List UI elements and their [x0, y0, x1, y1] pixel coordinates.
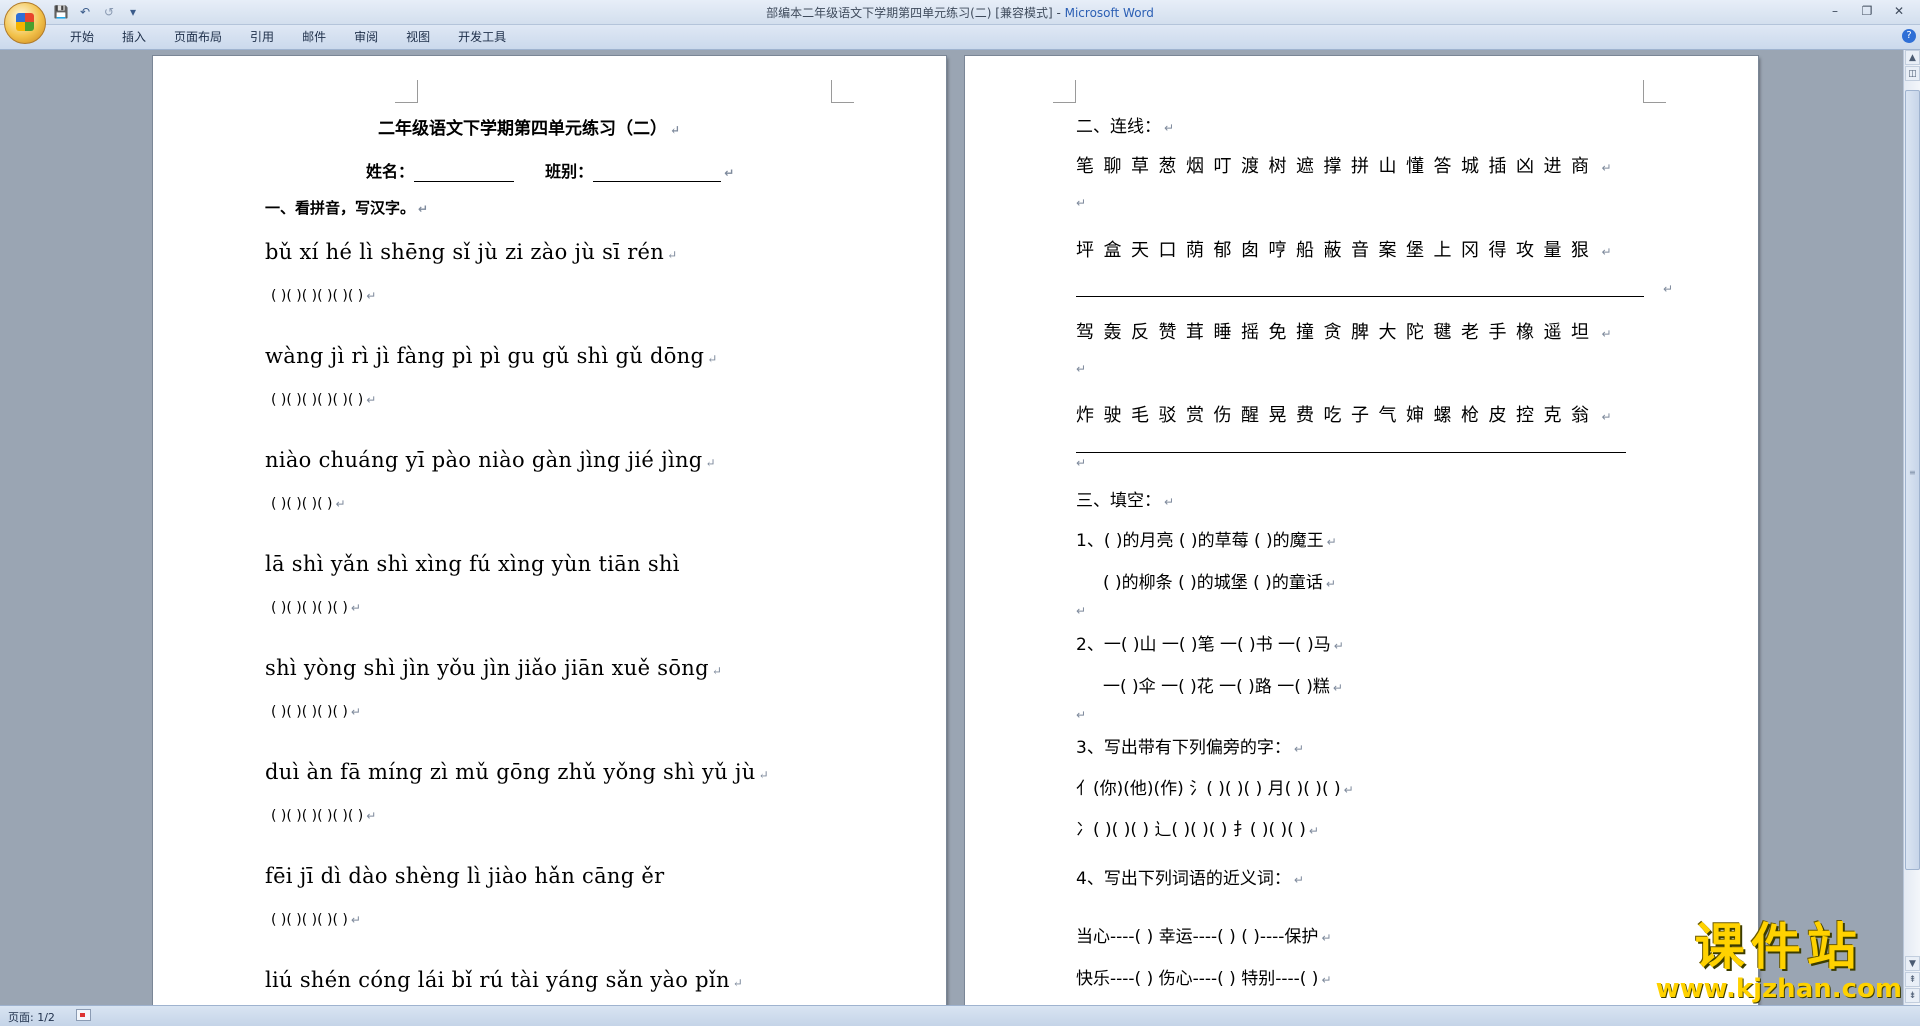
- watermark-brand: 课件站: [1694, 918, 1863, 976]
- q3-heading: 3、写出带有下列偏旁的字： ↵: [1076, 738, 1304, 758]
- q4-line-1[interactable]: 当心----( ) 幸运----( ) ( )----保护 ↵: [1076, 922, 1332, 947]
- paragraph-mark: ↵: [1076, 196, 1087, 210]
- paragraph-mark: ↵: [1076, 362, 1087, 376]
- help-icon[interactable]: ?: [1902, 29, 1916, 43]
- divider-line: [1076, 452, 1626, 453]
- ribbon: 开始 插入 页面布局 引用 邮件 审阅 视图 开发工具 ?: [0, 25, 1920, 50]
- pinyin-row: duì àn fā míng zì mǔ gōng zhǔ yǒng shì y…: [265, 760, 769, 784]
- macro-record-icon[interactable]: [76, 1009, 91, 1021]
- answer-row[interactable]: ( )( )( )( )( )( ) ↵: [271, 392, 376, 408]
- grip-icon: ≡: [1909, 468, 1916, 477]
- margin-corner-top-right: [831, 80, 854, 103]
- q3-line-2[interactable]: 冫( )( )( ) 辶( )( )( ) 扌( )( )( ) ↵: [1076, 815, 1319, 840]
- paragraph-mark: ↵: [670, 123, 681, 137]
- class-field[interactable]: [593, 165, 722, 182]
- window-title: 部编本二年级语文下学期第四单元练习(二) [兼容模式] - Microsoft …: [0, 4, 1920, 21]
- answer-row[interactable]: ( )( )( )( )( )( ) ↵: [271, 288, 376, 304]
- page-1[interactable]: 二年级语文下学期第四单元练习（二） ↵ 姓名： 班别： ↵ 一、看拼音，写汉字。 ↵ …: [153, 56, 946, 1005]
- pinyin-row: wàng jì rì jì fàng pì pì gu gǔ shì gǔ dō…: [265, 344, 718, 368]
- page-2[interactable]: 二、连线： ↵ 笔聊草葱烟叮渡树遮撑拼山懂答城插凶进商 ↵ ↵ 坪盒天口荫郁囱哼船蔽…: [965, 56, 1758, 1005]
- tab-insert[interactable]: 插入: [108, 29, 160, 45]
- ruler-toggle-icon[interactable]: ◫: [1905, 66, 1920, 81]
- restore-button[interactable]: ❐: [1852, 2, 1882, 20]
- office-button[interactable]: [4, 2, 46, 44]
- answer-row[interactable]: ( )( )( )( ) ↵: [271, 496, 346, 512]
- matching-row: 坪盒天口荫郁囱哼船蔽音案堡上冈得攻量狠 ↵: [1076, 240, 1622, 261]
- scroll-down-icon[interactable]: ▼: [1905, 956, 1920, 971]
- pinyin-row: bǔ xí hé lì shēng sǐ jù zi zào jù sī rén…: [265, 240, 678, 264]
- pinyin-row: liú shén cóng lái bǐ rú tài yáng sǎn yào…: [265, 968, 744, 992]
- minimize-button[interactable]: –: [1820, 2, 1850, 20]
- tab-view[interactable]: 视图: [392, 29, 444, 45]
- ribbon-tabs: 开始 插入 页面布局 引用 邮件 审阅 视图 开发工具: [56, 29, 520, 45]
- q4-heading: 4、写出下列词语的近义词： ↵: [1076, 869, 1304, 889]
- name-field[interactable]: [414, 165, 515, 182]
- section2-heading: 二、连线： ↵: [1076, 117, 1175, 137]
- app-name: Microsoft Word: [1064, 6, 1154, 20]
- watermark: 课件站 www.kjzhan.com: [1656, 919, 1902, 1003]
- q1-line-2[interactable]: ( )的柳条 ( )的城堡 ( )的童话 ↵: [1103, 568, 1336, 593]
- section1-heading-text: 一、看拼音，写汉字。: [265, 199, 416, 217]
- matching-row: 驾轰反赞茸睡摇免撞贪脾大陀毽老手橡遥坦 ↵: [1076, 322, 1622, 343]
- section3-heading: 三、填空： ↵: [1076, 491, 1175, 511]
- name-label: 姓名：: [366, 162, 415, 181]
- document-area[interactable]: 二年级语文下学期第四单元练习（二） ↵ 姓名： 班别： ↵ 一、看拼音，写汉字。 ↵ …: [0, 50, 1903, 1005]
- pinyin-row: shì yòng shì jìn yǒu jìn jiǎo jiān xuě s…: [265, 656, 723, 680]
- scroll-up-icon[interactable]: ▲: [1905, 50, 1920, 65]
- tab-page-layout[interactable]: 页面布局: [160, 29, 236, 45]
- answer-row[interactable]: ( )( )( )( )( ) ↵: [271, 704, 361, 720]
- tab-home[interactable]: 开始: [56, 29, 108, 45]
- matching-row: 炸驶毛驳赏伤醒晃费吃子气婶螺枪皮控克翁 ↵: [1076, 405, 1622, 426]
- paragraph-mark: ↵: [1076, 456, 1087, 470]
- matching-row: 笔聊草葱烟叮渡树遮撑拼山懂答城插凶进商 ↵: [1076, 156, 1622, 177]
- margin-corner-top-left: [1053, 80, 1076, 103]
- tab-developer[interactable]: 开发工具: [444, 29, 520, 45]
- worksheet-title: 二年级语文下学期第四单元练习（二） ↵: [378, 114, 680, 139]
- title-bar: 💾 ↶ ↺ ▾ 部编本二年级语文下学期第四单元练习(二) [兼容模式] - Mi…: [0, 0, 1920, 25]
- page-count[interactable]: 页面: 1/2: [8, 1009, 55, 1025]
- paragraph-mark: ↵: [1076, 604, 1087, 618]
- answer-row[interactable]: ( )( )( )( )( ) ↵: [271, 912, 361, 928]
- next-page-icon[interactable]: ⇟: [1905, 988, 1920, 1003]
- paragraph-mark: ↵: [1076, 708, 1087, 722]
- margin-corner-top-left: [395, 80, 418, 103]
- worksheet-title-text: 二年级语文下学期第四单元练习（二）: [378, 119, 667, 139]
- margin-corner-top-right: [1643, 80, 1666, 103]
- close-button[interactable]: ✕: [1884, 2, 1914, 20]
- previous-page-icon[interactable]: ⇞: [1905, 972, 1920, 987]
- vertical-scrollbar[interactable]: ▲ ◫ ≡ ▼ ⇞ ⇟: [1903, 50, 1920, 1005]
- status-bar: 页面: 1/2: [0, 1005, 1920, 1026]
- student-info-line: 姓名： 班别： ↵: [366, 158, 734, 182]
- answer-row[interactable]: ( )( )( )( )( )( ) ↵: [271, 808, 376, 824]
- tab-references[interactable]: 引用: [236, 29, 288, 45]
- paragraph-mark: ↵: [418, 202, 429, 216]
- title-separator: -: [1052, 6, 1065, 20]
- q2-line-2[interactable]: 一( )伞 一( )花 一( )路 一( )糕 ↵: [1103, 672, 1343, 697]
- tab-mailings[interactable]: 邮件: [288, 29, 340, 45]
- tab-review[interactable]: 审阅: [340, 29, 392, 45]
- pinyin-row: lā shì yǎn shì xìng fú xìng yùn tiān shì: [265, 552, 680, 576]
- class-label: 班别：: [545, 162, 594, 181]
- office-logo-icon: [16, 13, 34, 31]
- paragraph-mark: ↵: [1663, 282, 1674, 296]
- scrollbar-thumb[interactable]: ≡: [1905, 90, 1920, 870]
- pinyin-row: niào chuáng yī pào niào gàn jìng jié jìn…: [265, 448, 716, 472]
- window-controls: – ❐ ✕: [1820, 2, 1914, 20]
- paragraph-mark: ↵: [724, 166, 735, 180]
- q2-line-1[interactable]: 2、一( )山 一( )笔 一( )书 一( )马 ↵: [1076, 630, 1344, 655]
- pinyin-row: fēi jī dì dào shèng lì jiào hǎn cāng ěr: [265, 864, 665, 888]
- q3-line-1[interactable]: 亻(你)(他)(作) 氵( )( )( ) 月( )( )( ) ↵: [1076, 774, 1354, 799]
- document-name: 部编本二年级语文下学期第四单元练习(二) [兼容模式]: [766, 6, 1053, 20]
- q1-line-1[interactable]: 1、( )的月亮 ( )的草莓 ( )的魔王 ↵: [1076, 526, 1337, 551]
- q4-line-2[interactable]: 快乐----( ) 伤心----( ) 特别----( ) ↵: [1076, 964, 1332, 989]
- watermark-url: www.kjzhan.com: [1655, 974, 1902, 1004]
- section1-heading: 一、看拼音，写汉字。 ↵: [265, 197, 428, 218]
- divider-line: [1076, 296, 1644, 297]
- answer-row[interactable]: ( )( )( )( )( ) ↵: [271, 600, 361, 616]
